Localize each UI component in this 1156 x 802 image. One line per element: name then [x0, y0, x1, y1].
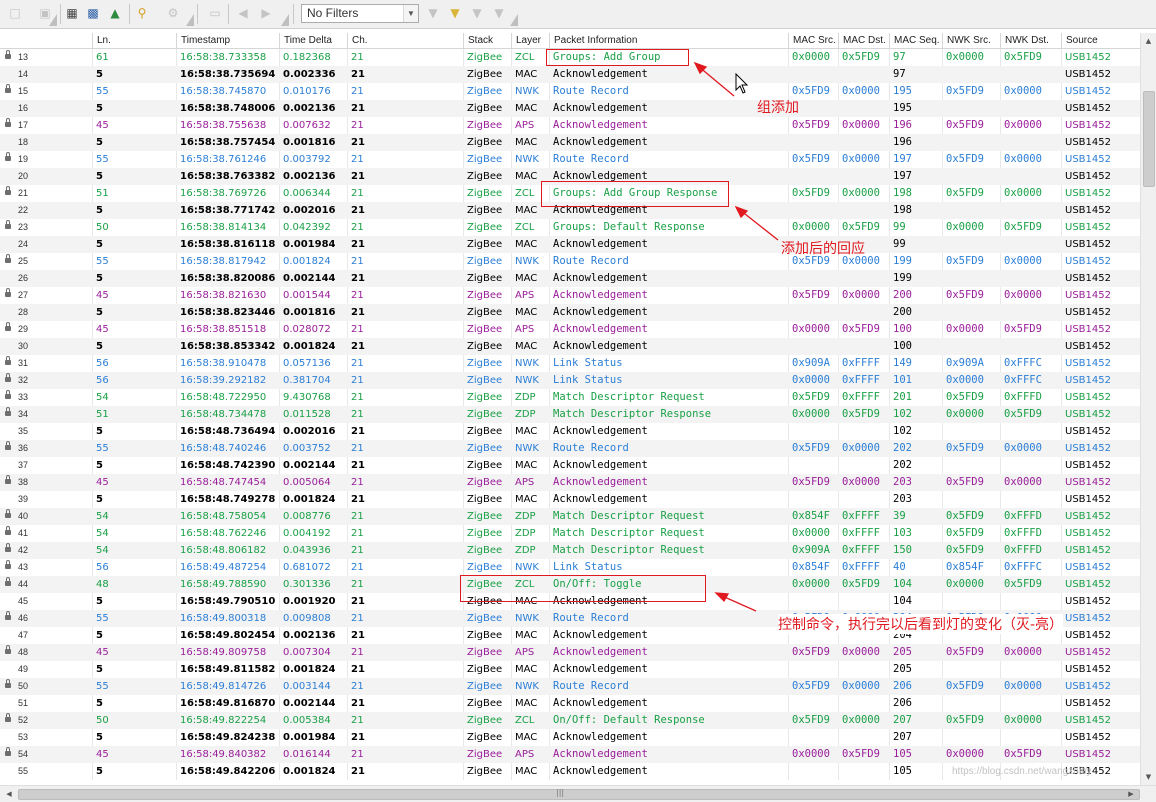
arrow-head	[734, 205, 749, 219]
mouse-cursor-icon	[735, 73, 749, 94]
vertical-scrollbar[interactable]: ▲ ▼	[1140, 33, 1156, 785]
scroll-up-icon[interactable]: ▲	[1141, 34, 1156, 48]
annotation-group-add: 组添加	[757, 100, 799, 116]
arrow-head	[714, 592, 730, 603]
annotation-add-response: 添加后的回应	[781, 241, 865, 257]
watermark: https://blog.csdn.net/wangzhiby	[952, 766, 1092, 777]
scroll-grip-icon: |||	[556, 788, 565, 797]
scroll-left-icon[interactable]: ◀	[2, 786, 16, 802]
annotation-arrows	[693, 61, 779, 612]
arrow-line	[739, 209, 779, 241]
horizontal-scroll-thumb[interactable]	[18, 789, 1140, 800]
scroll-right-icon[interactable]: ▶	[1124, 786, 1138, 802]
horizontal-scrollbar[interactable]: ◀ ||| ▶	[0, 785, 1156, 802]
scroll-down-icon[interactable]: ▼	[1141, 770, 1156, 784]
annotation-control-command: 控制命令，执行完以后看到灯的变化（灭-亮）	[778, 614, 1064, 634]
vertical-scroll-thumb[interactable]	[1143, 91, 1155, 187]
